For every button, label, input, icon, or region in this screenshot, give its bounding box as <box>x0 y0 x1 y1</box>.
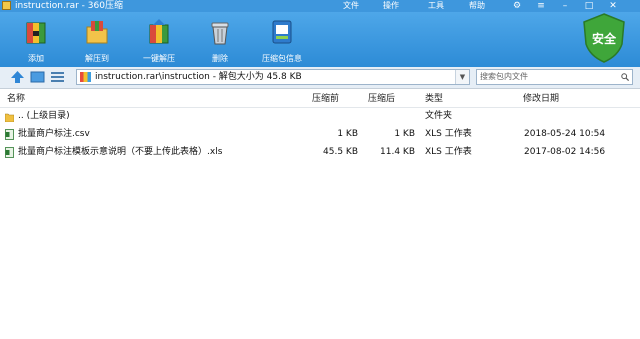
folder-up-icon <box>5 113 14 122</box>
extract-to-label: 解压到 <box>85 54 109 63</box>
file-modified: 2017-08-02 14:56 <box>524 147 606 157</box>
excel-file-icon <box>5 129 14 140</box>
maximize-icon[interactable]: □ <box>580 0 598 12</box>
chevron-down-icon[interactable]: ▼ <box>455 70 469 84</box>
path-field[interactable]: instruction.rar\instruction - 解包大小为 45.8… <box>76 69 470 85</box>
app-icon <box>2 1 11 10</box>
menu-icon[interactable]: ≡ <box>532 0 550 12</box>
column-compressed[interactable]: 压缩后 <box>368 89 395 109</box>
delete-button[interactable]: 删除 <box>196 17 244 65</box>
menu-file[interactable]: 文件 <box>343 0 359 12</box>
table-row[interactable]: 批量商户标注模板示意说明（不要上传此表格）.xls 45.5 KB 11.4 K… <box>0 143 640 161</box>
archive-info-button[interactable]: 压缩包信息 <box>258 17 306 65</box>
menu-operate[interactable]: 操作 <box>383 0 399 12</box>
file-type: XLS 工作表 <box>425 129 472 139</box>
archive-info-icon <box>272 20 292 44</box>
file-name: 批量商户标注模板示意说明（不要上传此表格）.xls <box>18 147 223 157</box>
extract-to-button[interactable]: 解压到 <box>73 17 121 65</box>
file-modified: 2018-05-24 10:54 <box>524 129 606 139</box>
file-type: 文件夹 <box>425 111 453 121</box>
file-compressed-size: 11.4 KB <box>380 147 415 157</box>
list-view-icon[interactable] <box>50 70 65 84</box>
excel-file-icon <box>5 147 14 158</box>
file-type: XLS 工作表 <box>425 147 472 157</box>
column-header-row: 名称 压缩前 压缩后 类型 修改日期 <box>0 89 640 108</box>
security-shield[interactable]: 安全 <box>580 12 628 64</box>
path-text: instruction.rar\instruction - 解包大小为 45.8… <box>95 72 302 82</box>
menu-help[interactable]: 帮助 <box>469 0 485 12</box>
file-compressed-size: 1 KB <box>394 129 415 139</box>
archive-info-label: 压缩包信息 <box>262 54 302 63</box>
title-bar: instruction.rar - 360压缩 文件 操作 工具 帮助 ⚙ ≡ … <box>0 0 640 12</box>
security-label: 安全 <box>591 32 616 46</box>
file-name: .. (上级目录) <box>18 111 70 121</box>
column-name[interactable]: 名称 <box>7 89 25 109</box>
file-packed-size: 45.5 KB <box>323 147 358 157</box>
thumbnail-view-icon[interactable] <box>30 70 45 84</box>
table-row[interactable]: .. (上级目录) 文件夹 <box>0 107 640 125</box>
add-label: 添加 <box>28 54 44 63</box>
menu-tools[interactable]: 工具 <box>428 0 444 12</box>
column-type[interactable]: 类型 <box>425 89 443 109</box>
rar-archive-icon <box>80 72 91 82</box>
window-title: instruction.rar - 360压缩 <box>15 1 123 11</box>
file-packed-size: 1 KB <box>337 129 358 139</box>
add-archive-icon <box>26 22 46 44</box>
address-bar: instruction.rar\instruction - 解包大小为 45.8… <box>0 67 640 89</box>
search-icon[interactable] <box>621 73 629 81</box>
settings-icon[interactable]: ⚙ <box>508 0 526 12</box>
close-icon[interactable]: ✕ <box>604 0 622 12</box>
search-placeholder: 搜索包内文件 <box>480 72 528 81</box>
minimize-icon[interactable]: – <box>556 0 574 12</box>
add-button[interactable]: 添加 <box>12 17 60 65</box>
search-input[interactable]: 搜索包内文件 <box>476 69 633 85</box>
column-modified[interactable]: 修改日期 <box>523 89 559 109</box>
column-packed[interactable]: 压缩前 <box>312 89 339 109</box>
toolbar: 添加 解压到 一键解压 删除 压缩包信息 安全 <box>0 12 640 67</box>
file-name: 批量商户标注.csv <box>18 129 90 139</box>
trash-icon <box>211 22 229 45</box>
table-row[interactable]: 批量商户标注.csv 1 KB 1 KB XLS 工作表 2018-05-24 … <box>0 125 640 143</box>
delete-label: 删除 <box>212 54 228 63</box>
one-click-extract-icon <box>149 19 169 44</box>
extract-folder-icon <box>86 21 108 44</box>
one-click-extract-label: 一键解压 <box>143 54 175 63</box>
one-click-extract-button[interactable]: 一键解压 <box>135 17 183 65</box>
up-arrow-icon[interactable] <box>10 70 25 84</box>
